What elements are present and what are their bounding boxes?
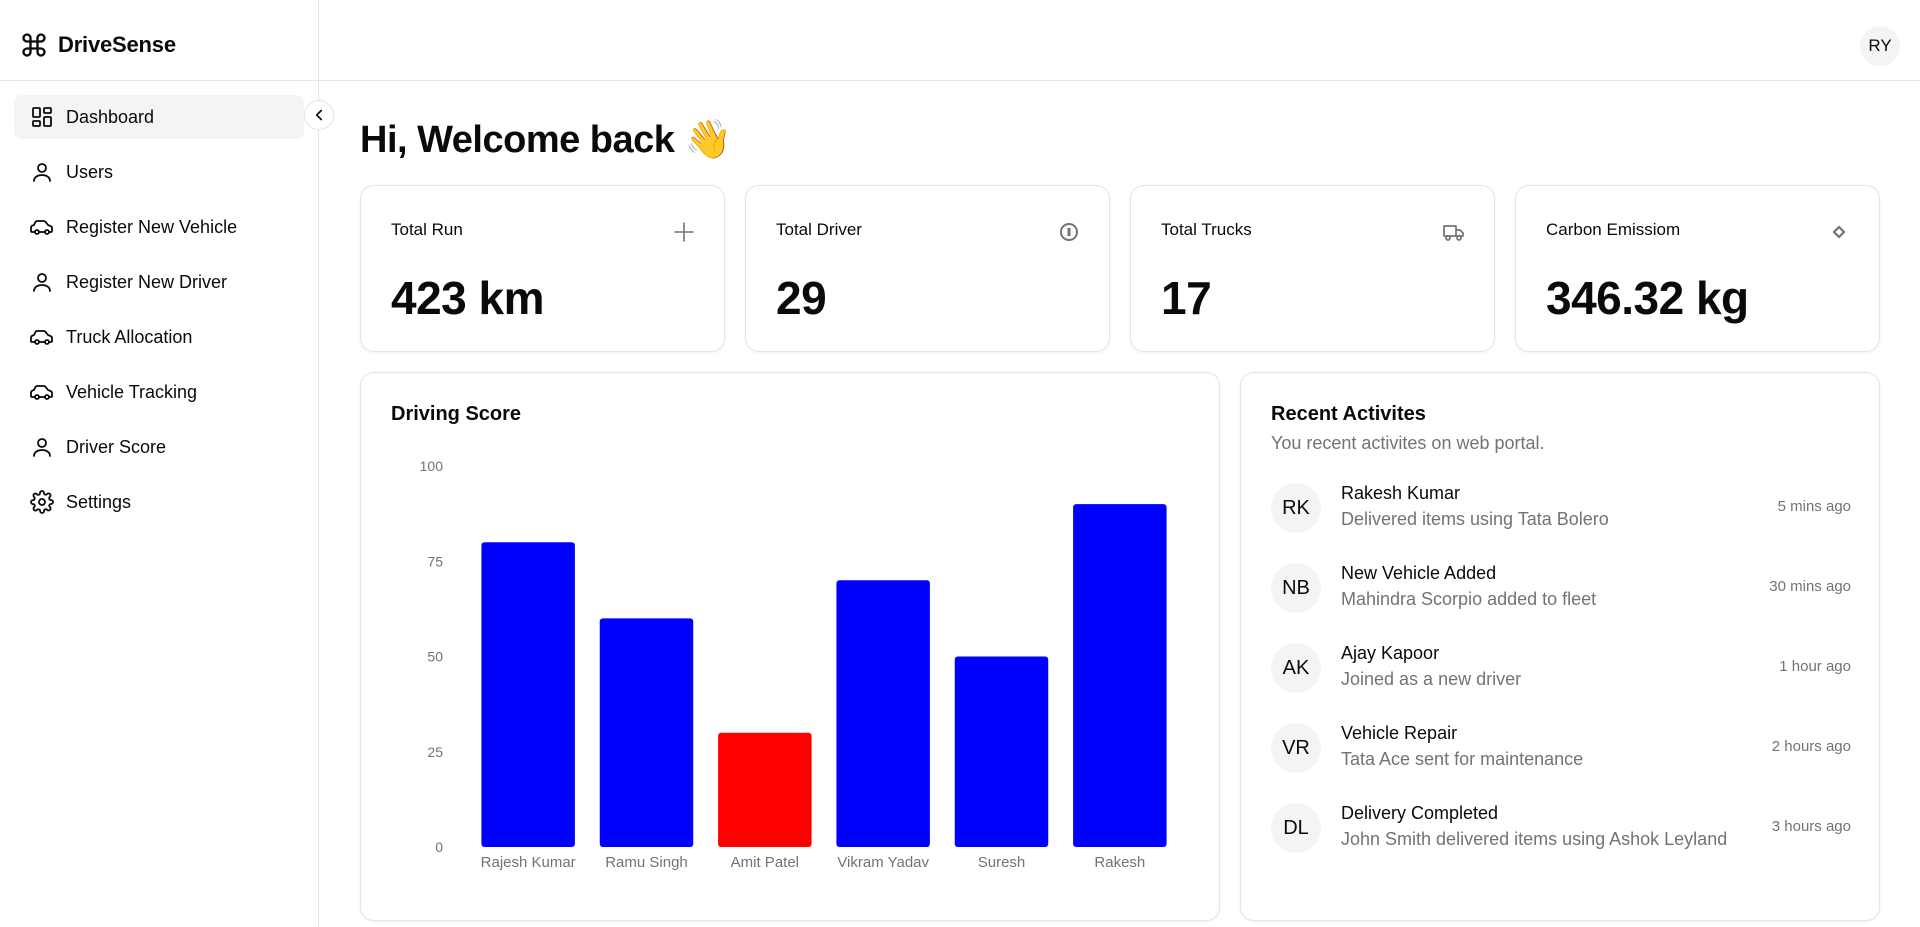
sidebar-item-label: Dashboard xyxy=(66,106,155,127)
user-icon xyxy=(33,438,51,457)
user-icon xyxy=(33,163,51,182)
diamond-icon xyxy=(1832,225,1846,239)
truck-icon xyxy=(1443,225,1464,241)
stat-title: Total Trucks xyxy=(1161,220,1252,239)
sidebar-item-driver-score[interactable]: Driver Score xyxy=(14,425,304,469)
x-tick-label: Rakesh xyxy=(1094,854,1145,871)
chevron-left-icon xyxy=(315,109,323,121)
activity-description: Joined as a new driver xyxy=(1341,669,1522,689)
car-icon xyxy=(30,330,53,345)
page-title: Hi, Welcome back 👋 xyxy=(360,119,732,161)
sidebar-item-register-driver[interactable]: Register New Driver xyxy=(14,260,304,304)
recent-title: Recent Activites xyxy=(1271,403,1426,425)
activity-description: Mahindra Scorpio added to fleet xyxy=(1341,589,1597,609)
y-tick-label: 75 xyxy=(427,553,443,569)
car-icon xyxy=(30,220,53,235)
activity-name: Vehicle Repair xyxy=(1341,723,1458,743)
sidebar-nav: Dashboard Users Register New Vehicle Reg… xyxy=(14,95,304,535)
dashboard-icon xyxy=(32,107,52,127)
x-tick-label: Suresh xyxy=(978,854,1026,871)
user-avatar[interactable]: RY xyxy=(1860,26,1900,66)
activity-description: John Smith delivered items using Ashok L… xyxy=(1341,829,1728,849)
activity-description: Tata Ace sent for maintenance xyxy=(1341,749,1584,769)
activity-time: 1 hour ago xyxy=(1779,658,1851,675)
activity-item[interactable]: NB New Vehicle Added Mahindra Scorpio ad… xyxy=(1271,563,1851,615)
stat-card-total-driver: Total Driver 29 xyxy=(745,185,1110,352)
activity-time: 3 hours ago xyxy=(1771,818,1851,835)
activity-avatar: DL xyxy=(1271,803,1321,853)
sidebar-item-label: Driver Score xyxy=(66,436,167,457)
recent-activities-panel: Recent Activites You recent activites on… xyxy=(1240,372,1880,921)
bar[interactable] xyxy=(599,618,694,847)
sidebar-item-label: Register New Vehicle xyxy=(66,216,238,237)
stat-value: 29 xyxy=(776,272,827,324)
header-divider xyxy=(0,80,1920,81)
car-icon xyxy=(30,385,53,400)
stat-value: 346.32 kg xyxy=(1546,272,1749,324)
bar[interactable] xyxy=(481,542,575,847)
recent-subtitle: You recent activites on web portal. xyxy=(1271,433,1545,453)
info-circle-icon xyxy=(1060,223,1078,241)
y-tick-label: 0 xyxy=(435,839,443,855)
sidebar-item-label: Truck Allocation xyxy=(66,326,193,347)
x-tick-label: Amit Patel xyxy=(731,854,799,871)
stat-card-total-run: Total Run 423 km xyxy=(360,185,725,352)
x-tick-label: Ramu Singh xyxy=(605,854,688,871)
activity-item[interactable]: AK Ajay Kapoor Joined as a new driver 1 … xyxy=(1271,643,1851,695)
activity-time: 2 hours ago xyxy=(1771,738,1851,755)
collapse-sidebar-button[interactable] xyxy=(304,100,334,130)
activity-name: Rakesh Kumar xyxy=(1341,483,1461,503)
activity-name: Delivery Completed xyxy=(1341,803,1499,823)
activity-item[interactable]: DL Delivery Completed John Smith deliver… xyxy=(1271,803,1851,855)
driving-score-panel: Driving Score 0 25 50 75 100 Rajesh Kumar Ramu… xyxy=(360,372,1220,921)
activity-name: New Vehicle Added xyxy=(1341,563,1497,583)
stat-card-total-trucks: Total Trucks 17 xyxy=(1130,185,1495,352)
sidebar-item-vehicle-tracking[interactable]: Vehicle Tracking xyxy=(14,370,304,414)
x-tick-label: Rajesh Kumar xyxy=(481,854,576,871)
y-tick-label: 50 xyxy=(427,649,443,665)
bar[interactable] xyxy=(718,732,812,847)
x-tick-label: Vikram Yadav xyxy=(837,854,929,871)
activity-time: 30 mins ago xyxy=(1769,578,1851,595)
activity-avatar: AK xyxy=(1271,643,1321,693)
activity-item[interactable]: RK Rakesh Kumar Delivered items using Ta… xyxy=(1271,483,1851,535)
sidebar-item-settings[interactable]: Settings xyxy=(14,480,304,524)
command-icon xyxy=(22,33,46,57)
y-tick-label: 100 xyxy=(420,458,444,474)
gear-icon xyxy=(30,490,54,514)
plus-icon xyxy=(674,222,694,242)
brand[interactable]: DriveSense xyxy=(20,28,176,62)
app-name: DriveSense xyxy=(58,32,176,57)
stat-title: Total Run xyxy=(391,220,463,239)
driving-score-chart: 0 25 50 75 100 Rajesh Kumar Ramu Singh Amit Pat… xyxy=(420,458,1167,871)
activity-time: 5 mins ago xyxy=(1777,498,1851,515)
sidebar-item-dashboard[interactable]: Dashboard xyxy=(14,95,304,139)
activity-avatar: NB xyxy=(1271,563,1321,613)
bar[interactable] xyxy=(836,580,930,847)
stat-title: Carbon Emissiom xyxy=(1546,220,1681,239)
activity-avatar: RK xyxy=(1271,483,1321,533)
sidebar-item-label: Users xyxy=(66,161,114,182)
activity-description: Delivered items using Tata Bolero xyxy=(1341,509,1609,529)
user-icon xyxy=(33,273,51,292)
stat-card-carbon-emission: Carbon Emissiom 346.32 kg xyxy=(1515,185,1880,352)
stat-value: 423 km xyxy=(391,272,545,324)
sidebar-item-truck-allocation[interactable]: Truck Allocation xyxy=(14,315,304,359)
activity-avatar: VR xyxy=(1271,723,1321,773)
stat-title: Total Driver xyxy=(776,220,862,239)
stat-value: 17 xyxy=(1161,272,1212,324)
bar[interactable] xyxy=(1073,504,1167,847)
activity-name: Ajay Kapoor xyxy=(1341,643,1440,663)
sidebar-item-label: Vehicle Tracking xyxy=(66,381,198,402)
bar[interactable] xyxy=(954,656,1049,848)
sidebar: DriveSense Dashboard Users Register New … xyxy=(0,0,319,927)
y-tick-label: 25 xyxy=(427,744,443,760)
sidebar-item-users[interactable]: Users xyxy=(14,150,304,194)
sidebar-item-label: Register New Driver xyxy=(66,271,228,292)
sidebar-item-label: Settings xyxy=(66,491,132,512)
activity-item[interactable]: VR Vehicle Repair Tata Ace sent for main… xyxy=(1271,723,1851,775)
sidebar-item-register-vehicle[interactable]: Register New Vehicle xyxy=(14,205,304,249)
